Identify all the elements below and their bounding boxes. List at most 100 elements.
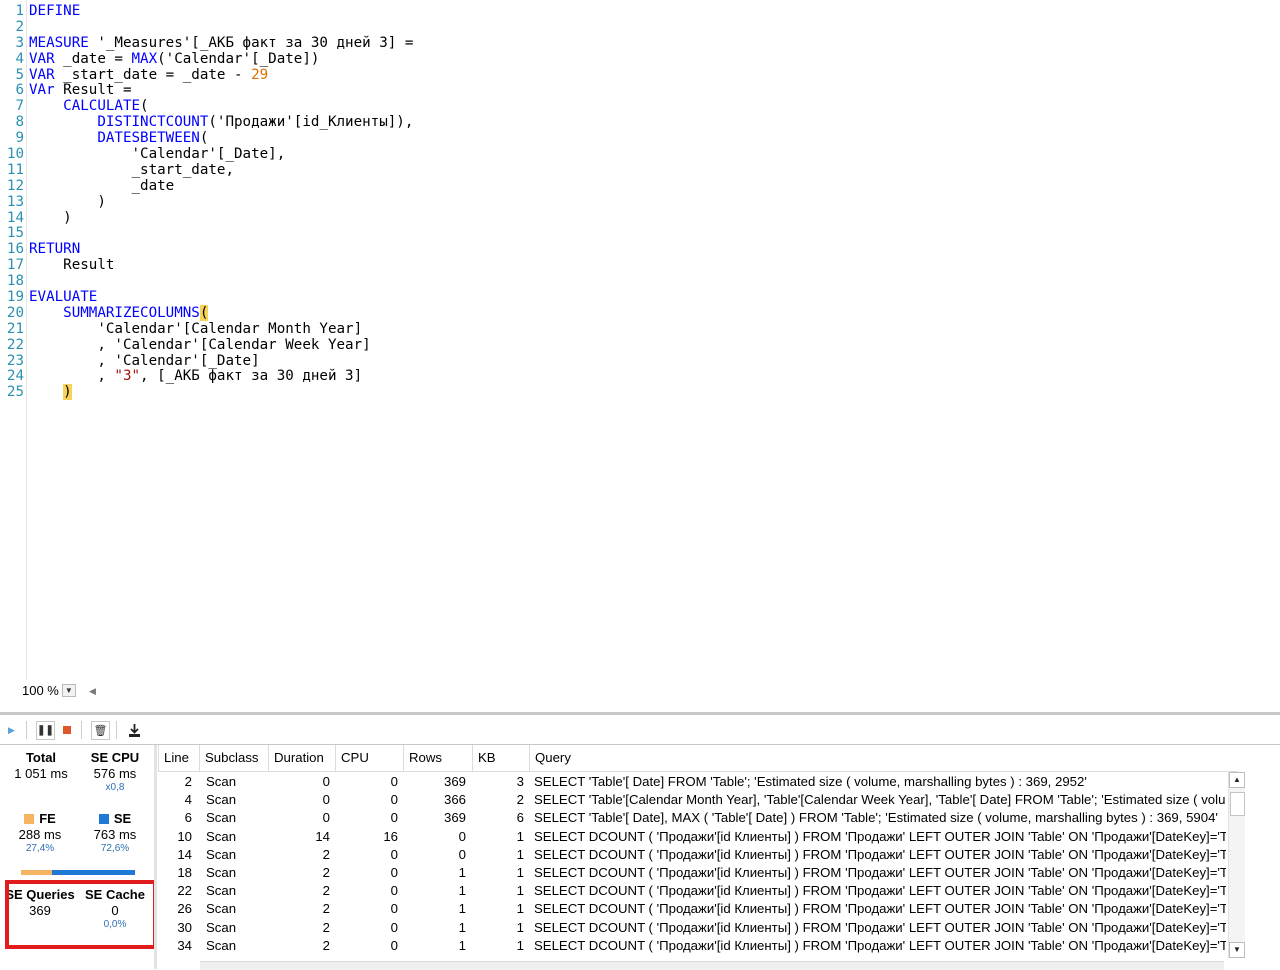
code-line[interactable]: 20 SUMMARIZECOLUMNS( — [0, 304, 413, 322]
code-line[interactable]: 21 'Calendar'[Calendar Month Year] — [0, 321, 413, 338]
code-line[interactable]: 24 , "3", [_АКБ факт за 30 дней 3] — [0, 369, 413, 385]
pause-icon[interactable]: ❚❚ — [36, 720, 55, 740]
cell-duration: 2 — [322, 865, 330, 880]
table-row[interactable]: 22 Scan 2 0 1 1 SELECT DCOUNT ( 'Продажи'[id К… — [158, 882, 1228, 900]
zoom-level: 100 % — [22, 683, 59, 698]
scroll-up-icon[interactable]: ▲ — [1229, 772, 1245, 788]
cell-duration: 14 — [315, 828, 330, 844]
table-row[interactable]: 4 Scan 0 0 366 2 SELECT 'Table'[Calendar Month… — [158, 791, 1228, 809]
code-line[interactable]: 3 MEASURE '_Measures'[_АКБ факт за 30 дне… — [0, 35, 413, 52]
cell-line: 4 — [184, 792, 192, 808]
cell-duration: 0 — [322, 810, 330, 826]
line-number: 5 — [15, 66, 24, 83]
column-header-query[interactable]: Query — [529, 745, 1229, 771]
line-number: 25 — [6, 384, 24, 401]
code-token: ('Calendar'[_Date]) — [157, 50, 320, 67]
line-number: 7 — [15, 98, 24, 115]
line-number: 14 — [6, 209, 24, 226]
code-line[interactable]: 22 , 'Calendar'[Calendar Week Year] — [0, 336, 413, 354]
se-cpu-stat: SE CPU 576 ms x0,8 — [84, 750, 146, 793]
play-icon[interactable]: ▶ — [3, 722, 20, 739]
code-line[interactable]: 19 EVALUATE — [0, 289, 413, 306]
code-token: Result — [29, 257, 115, 274]
code-area[interactable]: 1 DEFINE 2 3 MEASURE '_Measures'[_АКБ факт з… — [0, 3, 413, 401]
table-row[interactable]: 6 Scan 0 0 369 6 SELECT 'Table'[ Date], MAX ( … — [158, 809, 1228, 827]
code-line[interactable]: 8 DISTINCTCOUNT('Продажи'[id_Клиенты]), — [0, 114, 413, 131]
code-line[interactable]: 14 ) — [0, 209, 413, 227]
column-header-subclass[interactable]: Subclass — [199, 745, 268, 771]
vertical-scrollbar[interactable]: ▲ ▼ — [1228, 772, 1245, 958]
code-token: RETURN — [29, 241, 81, 258]
panel-divider — [154, 745, 157, 969]
total-stat: Total 1 051 ms — [8, 750, 74, 781]
code-token: , 'Calendar'[Calendar Week Year] — [29, 336, 371, 353]
code-line[interactable]: 6 VAr Result = — [0, 83, 413, 99]
cell-query: SELECT 'Table'[Calendar Month Year], 'Ta… — [534, 792, 1226, 808]
code-line[interactable]: 16 RETURN — [0, 241, 413, 258]
cell-line: 2 — [184, 774, 192, 789]
scrollbar-thumb[interactable] — [1230, 792, 1245, 816]
line-number: 8 — [15, 114, 24, 131]
highlight-box — [5, 880, 157, 949]
stop-icon[interactable] — [58, 722, 75, 739]
cell-line: 18 — [177, 865, 192, 880]
code-line[interactable]: 2 — [0, 19, 413, 36]
cell-subclass: Scan — [206, 937, 237, 953]
code-line[interactable]: 25 ) — [0, 384, 413, 401]
table-row[interactable]: 34 Scan 2 0 1 1 SELECT DCOUNT ( 'Продажи'[id К… — [158, 937, 1228, 955]
cell-subclass: Scan — [206, 774, 237, 789]
fe-se-ratio-bar — [21, 870, 135, 875]
se-color-swatch — [98, 814, 109, 824]
se-cpu-value: 576 ms — [93, 766, 137, 781]
cell-cpu: 0 — [390, 901, 398, 917]
code-line[interactable]: 11 _start_date, — [0, 161, 413, 179]
line-number: 15 — [6, 225, 24, 242]
scroll-left-icon[interactable]: ◀ — [89, 686, 96, 697]
cell-kb: 1 — [516, 901, 524, 917]
code-token: _start_date, — [29, 161, 234, 178]
code-token: MAX — [131, 50, 158, 67]
code-line[interactable]: 7 CALCULATE( — [0, 98, 413, 115]
dax-query-editor[interactable]: 1 DEFINE 2 3 MEASURE '_Measures'[_АКБ факт з… — [0, 0, 1280, 698]
code-line[interactable]: 23 , 'Calendar'[_Date] — [0, 353, 413, 370]
table-row[interactable]: 2 Scan 0 0 369 3 SELECT 'Table'[ Date] FROM 'T… — [158, 773, 1228, 791]
code-line[interactable]: 4 VAR _date = MAX('Calendar'[_Date]) — [0, 50, 413, 68]
server-timings-grid[interactable]: Line Subclass Duration CPU Rows KB Query 2 Scan… — [158, 745, 1268, 969]
code-line[interactable]: 9 DATESBETWEEN( — [0, 130, 413, 147]
code-token: ( — [199, 304, 209, 321]
table-row[interactable]: 18 Scan 2 0 1 1 SELECT DCOUNT ( 'Продажи'[id К… — [158, 864, 1228, 882]
code-line[interactable]: 1 DEFINE — [0, 3, 413, 20]
code-line[interactable]: 15 — [0, 226, 413, 242]
code-token: ) — [63, 384, 72, 401]
code-line[interactable]: 17 Result — [0, 257, 413, 274]
pane-splitter[interactable] — [0, 712, 1280, 715]
code-line[interactable]: 13 ) — [0, 193, 413, 211]
fe-label: FE — [39, 811, 56, 826]
scroll-down-icon[interactable]: ▼ — [1229, 942, 1245, 958]
zoom-control[interactable]: 100 % ▼ — [22, 683, 76, 698]
cell-line: 22 — [177, 883, 192, 899]
line-number: 13 — [6, 193, 24, 210]
column-header-cpu[interactable]: CPU — [335, 745, 403, 771]
code-line[interactable]: 12 _date — [0, 178, 413, 195]
code-line[interactable]: 18 — [0, 273, 413, 290]
cell-rows: 1 — [458, 937, 466, 953]
trash-icon[interactable]: 🗑 — [91, 720, 110, 740]
table-row[interactable]: 14 Scan 2 0 0 1 SELECT DCOUNT ( 'Продажи'[id К… — [158, 846, 1228, 864]
cell-kb: 1 — [516, 883, 524, 899]
cell-subclass: Scan — [206, 865, 237, 880]
column-header-line[interactable]: Line — [158, 745, 199, 771]
column-header-kb[interactable]: KB — [472, 745, 529, 771]
cell-kb: 1 — [516, 937, 524, 953]
chevron-down-icon[interactable]: ▼ — [61, 684, 76, 697]
table-row[interactable]: 10 Scan 14 16 0 1 SELECT DCOUNT ( 'Продажи'[id… — [158, 828, 1228, 846]
download-icon[interactable] — [126, 722, 143, 739]
column-header-rows[interactable]: Rows — [403, 745, 472, 771]
code-line[interactable]: 10 'Calendar'[_Date], — [0, 146, 413, 163]
cell-rows: 369 — [443, 774, 466, 789]
table-row[interactable]: 30 Scan 2 0 1 1 SELECT DCOUNT ( 'Продажи'[id К… — [158, 919, 1228, 937]
table-row[interactable]: 26 Scan 2 0 1 1 SELECT DCOUNT ( 'Продажи'[id К… — [158, 900, 1228, 918]
code-line[interactable]: 5 VAR _start_date = _date - 29 — [0, 66, 413, 84]
column-header-duration[interactable]: Duration — [268, 745, 335, 771]
